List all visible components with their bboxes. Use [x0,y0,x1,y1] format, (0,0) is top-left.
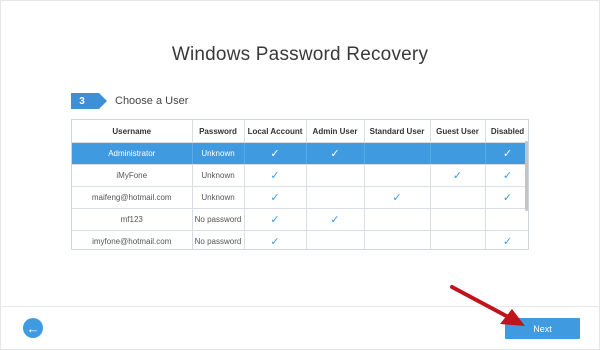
cell-username: Administrator [72,142,193,165]
table-scrollbar[interactable] [525,141,528,211]
cell-standard-user [364,230,431,249]
column-header-password[interactable]: Password [192,120,245,143]
cell-username: iMyFone [72,164,193,187]
table-row[interactable]: Administrator Unknown ✓ ✓ ✓ [72,142,528,165]
cell-standard-user [364,208,431,231]
cell-guest-user [430,186,486,209]
checkmark-icon: ✓ [270,236,280,248]
cell-password: Unknown [192,186,245,209]
table-row[interactable]: iMyFone Unknown ✓ ✓ ✓ [72,164,528,187]
cell-username: maifeng@hotmail.com [72,186,193,209]
cell-standard-user: ✓ [364,186,431,209]
cell-password: No password [192,208,245,231]
red-arrow-annotation-icon [450,285,525,326]
table-row[interactable]: imyfone@hotmail.com No password ✓ ✓ [72,230,528,249]
arrow-left-icon: ← [26,320,40,336]
cell-local-account: ✓ [244,208,307,231]
cell-disabled: ✓ [485,230,528,249]
cell-admin-user [306,230,365,249]
cell-local-account: ✓ [244,230,307,249]
cell-standard-user [364,142,431,165]
checkmark-icon: ✓ [270,214,280,226]
cell-disabled: ✓ [485,142,528,165]
cell-password: Unknown [192,164,245,187]
back-button[interactable]: ← [23,318,43,338]
cell-guest-user [430,230,486,249]
checkmark-icon: ✓ [270,192,280,204]
cell-disabled: ✓ [485,164,528,187]
cell-admin-user [306,164,365,187]
cell-admin-user: ✓ [306,142,365,165]
column-header-admin-user[interactable]: Admin User [306,120,365,143]
step-label: Choose a User [115,95,189,107]
checkmark-icon: ✓ [270,148,280,160]
checkmark-icon: ✓ [330,148,340,160]
checkmark-icon: ✓ [502,148,513,160]
column-header-standard-user[interactable]: Standard User [364,120,431,143]
cell-disabled [485,208,528,231]
column-header-disabled[interactable]: Disabled [485,120,528,143]
cell-admin-user: ✓ [306,208,365,231]
checkmark-icon: ✓ [502,236,513,248]
cell-admin-user [306,186,365,209]
cell-password: Unknown [192,142,245,165]
step-indicator: 3 Choose a User [71,93,188,109]
checkmark-icon: ✓ [392,192,402,204]
table-row[interactable]: mf123 No password ✓ ✓ [72,208,528,231]
cell-username: mf123 [72,208,193,231]
page-title: Windows Password Recovery [171,44,429,65]
cell-standard-user [364,164,431,187]
cell-local-account: ✓ [244,186,307,209]
cell-username: imyfone@hotmail.com [72,230,193,249]
step-number-badge: 3 [71,93,107,109]
column-header-username[interactable]: Username [72,120,193,143]
user-table: Username Password Local Account Admin Us… [71,119,529,250]
checkmark-icon: ✓ [502,192,513,204]
checkmark-icon: ✓ [330,214,340,226]
cell-password: No password [192,230,245,249]
column-header-guest-user[interactable]: Guest User [430,120,486,143]
cell-guest-user: ✓ [430,164,486,187]
cell-local-account: ✓ [244,164,307,187]
checkmark-icon: ✓ [452,170,463,182]
table-row[interactable]: maifeng@hotmail.com Unknown ✓ ✓ ✓ [72,186,528,209]
column-header-local-account[interactable]: Local Account [244,120,307,143]
cell-local-account: ✓ [244,142,307,165]
checkmark-icon: ✓ [502,170,513,182]
cell-guest-user [430,142,486,165]
cell-disabled: ✓ [485,186,528,209]
checkmark-icon: ✓ [270,170,280,182]
cell-guest-user [430,208,486,231]
table-header-row: Username Password Local Account Admin Us… [72,120,528,143]
